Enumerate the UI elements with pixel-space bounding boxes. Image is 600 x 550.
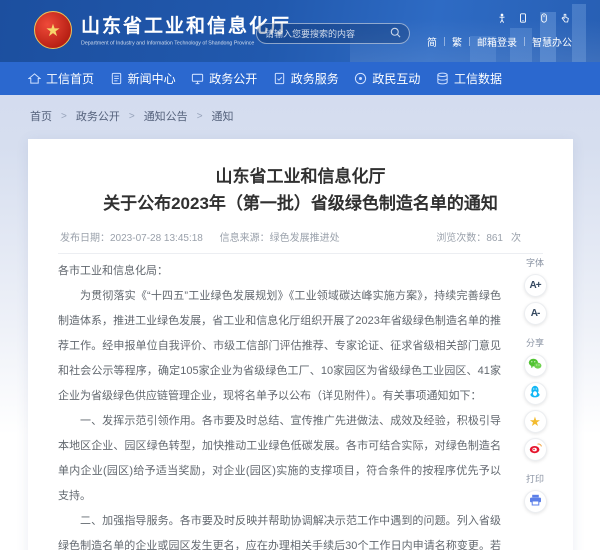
printer-icon <box>529 493 542 511</box>
nav-item-gov-service[interactable]: 政务服务 <box>273 70 339 87</box>
breadcrumb-notices[interactable]: 通知公告 <box>144 108 188 124</box>
national-emblem-icon: ★ <box>34 11 72 49</box>
link-divider <box>524 37 525 46</box>
breadcrumb-home[interactable]: 首页 <box>30 108 52 124</box>
interaction-icon <box>354 72 367 85</box>
site-subtitle: Department of Industry and Information T… <box>81 40 254 46</box>
breadcrumb-separator: > <box>197 111 203 122</box>
news-icon <box>110 72 123 85</box>
article-title: 山东省工业和信息化厅 关于公布2023年（第一批）省级绿色制造名单的通知 <box>58 163 543 217</box>
breadcrumb-gov-open[interactable]: 政务公开 <box>76 108 120 124</box>
article-title-line2: 关于公布2023年（第一批）省级绿色制造名单的通知 <box>78 190 523 217</box>
share-favorite-button[interactable]: ★ <box>524 410 547 433</box>
breadcrumb-notice[interactable]: 通知 <box>212 108 234 124</box>
lang-simplified-link[interactable]: 简 <box>427 34 437 49</box>
database-icon <box>436 72 449 85</box>
breadcrumb-separator: > <box>61 111 67 122</box>
smart-office-link[interactable]: 智慧办公 <box>532 34 572 49</box>
article-paragraph: 一、发挥示范引领作用。各市要及时总结、宣传推广先进做法、成效及经验，积极引导本地… <box>58 409 501 509</box>
nav-label: 工信首页 <box>46 70 94 87</box>
service-icon <box>273 72 286 85</box>
article-body: 各市工业和信息化局： 为贯彻落实《“十四五”工业绿色发展规划》《工业领域碳达峰实… <box>58 259 543 550</box>
view-count: 浏览次数：861次 <box>436 229 521 244</box>
article-title-line1: 山东省工业和信息化厅 <box>78 163 523 190</box>
wechat-icon <box>528 357 542 375</box>
qq-icon <box>529 385 541 403</box>
share-label: 分享 <box>526 336 544 349</box>
font-decrease-button[interactable]: A- <box>524 302 547 325</box>
article-card: 山东省工业和信息化厅 关于公布2023年（第一批）省级绿色制造名单的通知 发布日… <box>28 139 573 550</box>
mobile-icon[interactable] <box>518 13 528 23</box>
site-search-box[interactable] <box>256 23 410 44</box>
weibo-icon <box>529 441 542 459</box>
search-input[interactable] <box>265 29 390 39</box>
page-background: 首页 > 政务公开 > 通知公告 > 通知 山东省工业和信息化厅 关于公布202… <box>0 95 600 550</box>
nav-label: 政民互动 <box>372 70 420 87</box>
link-divider <box>469 37 470 46</box>
nav-label: 政务服务 <box>291 70 339 87</box>
print-label: 打印 <box>526 472 544 485</box>
meta-left: 发布日期：2023-07-28 13:45:18 信息来源：绿色发展推进处 <box>60 229 354 244</box>
link-divider <box>444 37 445 46</box>
main-navbar: 工信首页 新闻中心 政务公开 政务服务 政民互动 工信数据 <box>0 62 600 95</box>
article-paragraph: 二、加强指导服务。各市要及时反映并帮助协调解决示范工作中遇到的问题。列入省级绿色… <box>58 509 501 550</box>
accessibility-icon[interactable] <box>497 13 507 23</box>
nav-label: 工信数据 <box>454 70 502 87</box>
nav-label: 新闻中心 <box>128 70 176 87</box>
home-icon <box>28 72 41 85</box>
search-icon[interactable] <box>390 25 401 43</box>
share-weibo-button[interactable] <box>524 438 547 461</box>
print-button[interactable] <box>524 490 547 513</box>
article-paragraph: 为贯彻落实《“十四五”工业绿色发展规划》《工业领域碳达峰实施方案》，持续完善绿色… <box>58 284 501 409</box>
publish-date: 发布日期：2023-07-28 13:45:18 <box>60 233 203 244</box>
share-wechat-button[interactable] <box>524 354 547 377</box>
breadcrumb-separator: > <box>129 111 135 122</box>
lang-traditional-link[interactable]: 繁 <box>452 34 462 49</box>
monitor-icon <box>191 72 204 85</box>
nav-item-news[interactable]: 新闻中心 <box>110 70 176 87</box>
breadcrumb: 首页 > 政务公开 > 通知公告 > 通知 <box>0 95 600 124</box>
nav-item-data[interactable]: 工信数据 <box>436 70 502 87</box>
nav-item-gov-open[interactable]: 政务公开 <box>191 70 257 87</box>
font-size-label: 字体 <box>526 256 544 269</box>
floating-toolbar: 字体 A+ A- 分享 ★ 打印 <box>521 250 549 518</box>
header-utility-icons <box>497 13 570 23</box>
site-header: ★ 山东省工业和信息化厅 Department of Industry and … <box>0 0 600 62</box>
info-source: 信息来源：绿色发展推进处 <box>220 233 340 244</box>
star-icon: ★ <box>529 415 541 428</box>
hand-pointer-icon[interactable] <box>560 13 570 23</box>
article-meta: 发布日期：2023-07-28 13:45:18 信息来源：绿色发展推进处 浏览… <box>58 229 543 254</box>
article-salutation: 各市工业和信息化局： <box>58 259 501 284</box>
font-increase-button[interactable]: A+ <box>524 274 547 297</box>
mail-login-link[interactable]: 邮箱登录 <box>477 34 517 49</box>
share-qq-button[interactable] <box>524 382 547 405</box>
header-quick-links: 简 繁 邮箱登录 智慧办公 <box>427 34 572 49</box>
nav-item-home[interactable]: 工信首页 <box>28 70 94 87</box>
nav-item-interaction[interactable]: 政民互动 <box>354 70 420 87</box>
nav-label: 政务公开 <box>209 70 257 87</box>
mouse-icon[interactable] <box>539 13 549 23</box>
